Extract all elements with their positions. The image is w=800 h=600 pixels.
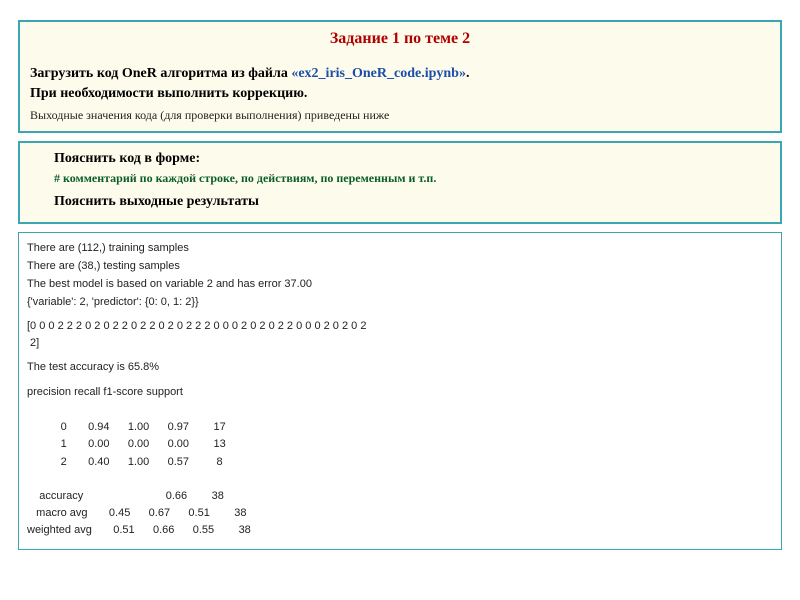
task-text-suffix: . xyxy=(466,66,470,81)
output-line: There are (112,) training samples xyxy=(27,240,773,257)
output-panel: There are (112,) training samples There … xyxy=(18,232,782,550)
comment-template: # комментарий по каждой строке, по дейст… xyxy=(54,171,770,186)
task-title: Задание 1 по теме 2 xyxy=(30,26,770,62)
task-subnote: Выходные значения кода (для проверки вып… xyxy=(30,108,770,123)
output-line: The best model is based on variable 2 an… xyxy=(27,276,773,293)
output-line: {'variable': 2, 'predictor': {0: 0, 1: 2… xyxy=(27,294,773,311)
explain-heading-1: Пояснить код в форме: xyxy=(54,151,770,167)
task-instruction-1: Загрузить код OneR алгоритма из файла «e… xyxy=(30,66,770,82)
output-line: There are (38,) testing samples xyxy=(27,258,773,275)
output-accuracy: The test accuracy is 65.8% xyxy=(27,359,773,376)
file-link[interactable]: «ex2_iris_OneR_code.ipynb» xyxy=(291,66,466,81)
classification-report: 0 0.94 1.00 0.97 17 1 0.00 0.00 0.00 13 … xyxy=(27,402,773,538)
explain-heading-2: Пояснить выходные результаты xyxy=(54,194,770,210)
task-panel-1: Задание 1 по теме 2 Загрузить код OneR а… xyxy=(18,20,782,133)
report-header: precision recall f1-score support xyxy=(27,384,773,401)
task-text-prefix: Загрузить код OneR алгоритма из файла xyxy=(30,66,291,81)
task-panel-2: Пояснить код в форме: # комментарий по к… xyxy=(18,141,782,224)
task-instruction-2: При необходимости выполнить коррекцию. xyxy=(30,86,770,102)
output-array: [0 0 0 2 2 2 0 2 0 2 2 0 2 2 0 2 0 2 2 2… xyxy=(27,318,773,352)
